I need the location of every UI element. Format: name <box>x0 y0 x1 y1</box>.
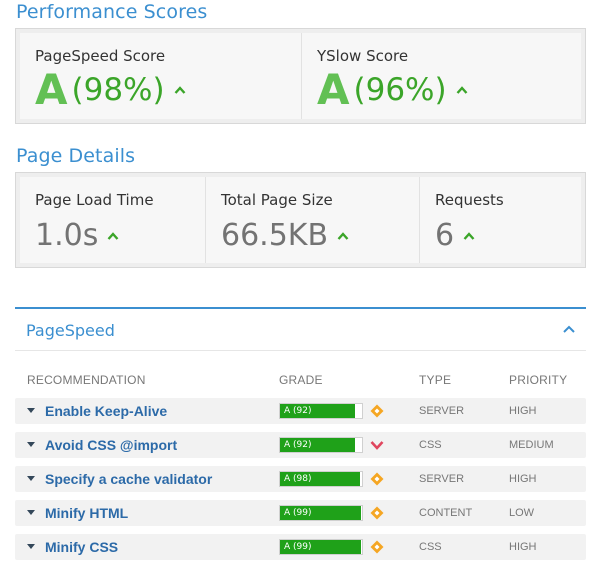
grade-text: A (98) <box>284 474 312 484</box>
pagespeed-score-label: PageSpeed Score <box>35 47 166 65</box>
diamond-icon <box>370 506 384 520</box>
recommendation-link[interactable]: Enable Keep-Alive <box>45 403 167 419</box>
page-load-time-card: Page Load Time 1.0s <box>20 177 206 263</box>
priority-cell: MEDIUM <box>509 439 554 451</box>
requests-label: Requests <box>435 191 504 209</box>
diamond-icon <box>370 472 384 486</box>
chevron-up-icon <box>337 232 349 240</box>
pagespeed-score-card: PageSpeed Score A (98%) <box>20 33 302 119</box>
grade-bar: A (92) <box>279 403 363 419</box>
priority-cell: HIGH <box>509 473 537 485</box>
type-cell: CSS <box>419 439 442 451</box>
diamond-icon <box>370 404 384 418</box>
page-load-time-label: Page Load Time <box>35 191 154 209</box>
recommendation-link[interactable]: Specify a cache validator <box>45 471 212 487</box>
column-priority: PRIORITY <box>509 373 568 387</box>
type-cell: CONTENT <box>419 507 473 519</box>
table-row[interactable]: Enable Keep-Alive A (92) SERVER HIGH <box>15 398 586 424</box>
recommendation-link[interactable]: Minify HTML <box>45 505 128 521</box>
grade-bar: A (99) <box>279 505 363 521</box>
grade-bar-fill: A (99) <box>280 540 362 554</box>
caret-down-icon[interactable] <box>27 408 35 413</box>
chevron-up-icon[interactable] <box>562 324 576 334</box>
column-recommendation: RECOMMENDATION <box>27 373 146 387</box>
chevron-up-icon <box>174 86 186 94</box>
pagespeed-percent: (98%) <box>71 71 165 108</box>
table-row[interactable]: Avoid CSS @import A (92) CSS MEDIUM <box>15 432 586 458</box>
yslow-percent: (96%) <box>353 71 447 108</box>
table-row[interactable]: Specify a cache validator A (98) SERVER HIG… <box>15 466 586 492</box>
caret-down-icon[interactable] <box>27 442 35 447</box>
total-page-size-label: Total Page Size <box>221 191 333 209</box>
table-header: RECOMMENDATION GRADE TYPE PRIORITY <box>15 373 586 387</box>
grade-bar-fill: A (98) <box>280 472 361 486</box>
yslow-score-label: YSlow Score <box>317 47 409 65</box>
yslow-score-card: YSlow Score A (96%) <box>302 33 581 119</box>
recommendation-link[interactable]: Minify CSS <box>45 539 118 555</box>
page-details-box: Page Load Time 1.0s Total Page Size 66.5… <box>15 172 586 268</box>
pagespeed-panel-header[interactable]: PageSpeed <box>15 307 586 351</box>
recommendation-link[interactable]: Avoid CSS @import <box>45 437 177 453</box>
total-page-size-value: 66.5KB <box>221 218 329 253</box>
grade-bar-fill: A (92) <box>280 404 356 418</box>
caret-down-icon[interactable] <box>27 510 35 515</box>
yslow-grade: A <box>317 65 350 114</box>
chevron-up-icon <box>463 232 475 240</box>
diamond-icon <box>370 540 384 554</box>
pagespeed-panel-title: PageSpeed <box>26 321 115 340</box>
grade-text: A (99) <box>284 508 312 518</box>
type-cell: SERVER <box>419 405 465 417</box>
caret-down-icon[interactable] <box>27 544 35 549</box>
grade-bar: A (99) <box>279 539 363 555</box>
requests-card: Requests 6 <box>420 177 581 263</box>
chevron-up-icon <box>107 232 119 240</box>
table-row[interactable]: Minify HTML A (99) CONTENT LOW <box>15 500 586 526</box>
priority-cell: HIGH <box>509 405 537 417</box>
total-page-size-card: Total Page Size 66.5KB <box>206 177 420 263</box>
page-details-heading: Page Details <box>16 145 136 167</box>
chevron-down-icon <box>370 441 384 450</box>
requests-value: 6 <box>435 218 455 253</box>
type-cell: SERVER <box>419 473 465 485</box>
grade-bar: A (98) <box>279 471 363 487</box>
grade-text: A (92) <box>284 440 312 450</box>
performance-scores-box: PageSpeed Score A (98%) YSlow Score A (9… <box>15 28 586 124</box>
column-type: TYPE <box>419 373 452 387</box>
priority-cell: LOW <box>509 507 535 519</box>
caret-down-icon[interactable] <box>27 476 35 481</box>
column-grade: GRADE <box>279 373 323 387</box>
grade-text: A (99) <box>284 542 312 552</box>
page-load-time-value: 1.0s <box>35 218 99 253</box>
priority-cell: HIGH <box>509 541 537 553</box>
performance-scores-heading: Performance Scores <box>16 1 208 23</box>
grade-bar: A (92) <box>279 437 363 453</box>
pagespeed-grade: A <box>35 65 68 114</box>
chevron-up-icon <box>456 86 468 94</box>
grade-bar-fill: A (99) <box>280 506 362 520</box>
grade-text: A (92) <box>284 406 312 416</box>
type-cell: CSS <box>419 541 442 553</box>
table-row[interactable]: Minify CSS A (99) CSS HIGH <box>15 534 586 560</box>
grade-bar-fill: A (92) <box>280 438 356 452</box>
